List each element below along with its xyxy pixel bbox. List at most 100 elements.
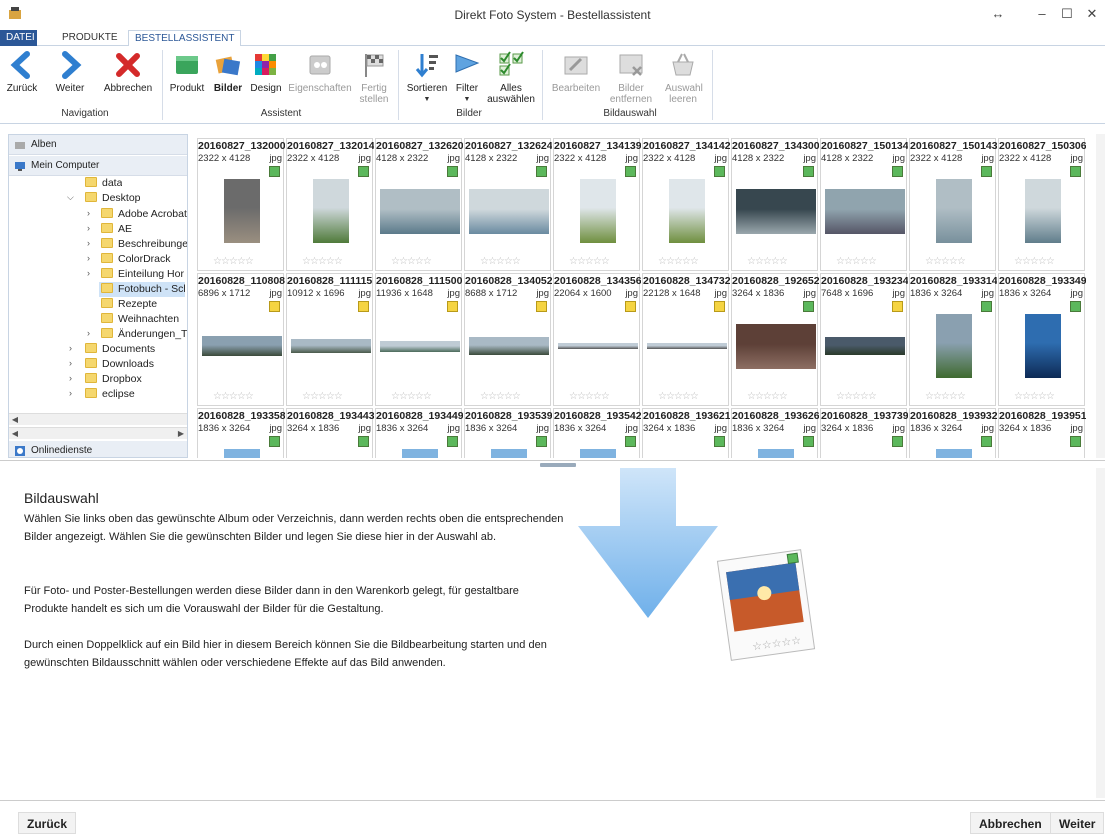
tree-item-adobe-acrobat[interactable]: Adobe Acrobat (101, 207, 187, 222)
selection-flag-icon[interactable] (358, 301, 369, 312)
back-ribbon-button[interactable]: Zurück (6, 50, 38, 94)
photo-tile[interactable]: 20160828_193449 1836 x 3264 jpg (375, 408, 463, 458)
chevron-right-icon[interactable]: › (69, 343, 72, 353)
tree-item-fotobuch-selected[interactable]: Fotobuch - Scl (99, 282, 185, 297)
photo-thumbnail[interactable] (224, 179, 260, 243)
rating-stars[interactable]: ☆☆☆☆☆ (925, 391, 966, 402)
tree-item-documents[interactable]: Documents (85, 342, 155, 357)
minimize-button[interactable]: – (1030, 4, 1054, 24)
tab-bestellassistent[interactable]: BESTELLASSISTENT (128, 30, 242, 47)
selection-flag-icon[interactable] (269, 436, 280, 447)
photo-thumbnail[interactable] (380, 189, 460, 234)
photo-tile[interactable]: 20160827_134300 4128 x 2322 jpg ☆☆☆☆☆ (731, 138, 819, 271)
auswahl-leeren-button[interactable]: Auswahl leeren (660, 50, 706, 105)
rating-stars[interactable]: ☆☆☆☆☆ (480, 391, 521, 402)
rating-stars[interactable]: ☆☆☆☆☆ (480, 256, 521, 267)
tree-item-rezepte[interactable]: Rezepte (101, 297, 157, 312)
photo-thumbnail[interactable] (402, 449, 438, 458)
tree-item-dropbox[interactable]: Dropbox (85, 372, 142, 387)
selection-flag-icon[interactable] (1070, 301, 1081, 312)
photo-tile[interactable]: 20160828_110808 6896 x 1712 jpg ☆☆☆☆☆ (197, 273, 285, 406)
cancel-ribbon-button[interactable]: Abbrechen (100, 50, 156, 94)
selection-flag-icon[interactable] (625, 166, 636, 177)
photo-thumbnail[interactable] (202, 336, 282, 356)
selection-flag-icon[interactable] (358, 436, 369, 447)
photo-tile[interactable]: 20160828_193234 7648 x 1696 jpg ☆☆☆☆☆ (820, 273, 908, 406)
rating-stars[interactable]: ☆☆☆☆☆ (569, 256, 610, 267)
chevron-right-icon[interactable]: › (87, 238, 90, 248)
photo-thumbnail[interactable] (825, 337, 905, 355)
bilder-button[interactable]: Bilder (212, 50, 244, 94)
tree-item-weihnachten[interactable]: Weihnachten (101, 312, 179, 327)
photo-thumbnail[interactable] (936, 179, 972, 243)
horizontal-scrollbar[interactable]: ◀ ▶ (9, 427, 187, 439)
photo-tile[interactable]: 20160828_193349 1836 x 3264 jpg ☆☆☆☆☆ (998, 273, 1086, 406)
photo-thumbnail[interactable] (469, 337, 549, 355)
photo-tile[interactable]: 20160828_193932 1836 x 3264 jpg (909, 408, 997, 458)
photo-thumbnail[interactable] (491, 449, 527, 458)
splitter-grip[interactable] (540, 463, 576, 467)
photo-thumbnail[interactable] (736, 189, 816, 234)
selection-flag-icon[interactable] (981, 436, 992, 447)
rating-stars[interactable]: ☆☆☆☆☆ (302, 391, 343, 402)
vertical-scrollbar[interactable] (1096, 468, 1105, 798)
tab-datei[interactable]: DATEI (0, 30, 37, 46)
photo-tile[interactable]: 20160828_193443 3264 x 1836 jpg (286, 408, 374, 458)
photo-thumbnail[interactable] (1025, 179, 1061, 243)
selection-flag-icon[interactable] (892, 436, 903, 447)
scroll-left-icon[interactable]: ◀ (9, 428, 21, 440)
selection-area[interactable]: Bildauswahl Wählen Sie links oben das ge… (8, 470, 1098, 798)
rating-stars[interactable]: ☆☆☆☆☆ (1014, 391, 1055, 402)
alben-header[interactable]: Alben (9, 135, 187, 155)
photo-thumbnail[interactable] (758, 449, 794, 458)
photo-thumbnail[interactable] (380, 341, 460, 352)
photo-tile[interactable]: 20160827_134139 2322 x 4128 jpg ☆☆☆☆☆ (553, 138, 641, 271)
photo-tile[interactable]: 20160828_192652 3264 x 1836 jpg ☆☆☆☆☆ (731, 273, 819, 406)
photo-tile[interactable]: 20160828_193626 1836 x 3264 jpg (731, 408, 819, 458)
selection-flag-icon[interactable] (892, 301, 903, 312)
chevron-right-icon[interactable]: › (87, 328, 90, 338)
photo-tile[interactable]: 20160828_111115 10912 x 1696 jpg ☆☆☆☆☆ (286, 273, 373, 406)
tree-item-beschreibungen[interactable]: Beschreibunge (101, 237, 187, 252)
photo-thumbnail[interactable] (313, 179, 349, 243)
photo-tile[interactable]: 20160827_150143 2322 x 4128 jpg ☆☆☆☆☆ (909, 138, 997, 271)
tree-item-desktop[interactable]: Desktop (85, 191, 141, 206)
rating-stars[interactable]: ☆☆☆☆☆ (925, 256, 966, 267)
tree-item-einteilung[interactable]: Einteilung Hor (101, 267, 184, 282)
selection-flag-icon[interactable] (358, 166, 369, 177)
photo-tile[interactable]: 20160828_193539 1836 x 3264 jpg (464, 408, 552, 458)
selection-flag-icon[interactable] (714, 166, 725, 177)
chevron-right-icon[interactable]: › (87, 268, 90, 278)
horizontal-scrollbar[interactable]: ◀ (9, 413, 187, 425)
tree-item-downloads[interactable]: Downloads (85, 357, 154, 372)
photo-thumbnail[interactable] (580, 449, 616, 458)
selection-flag-icon[interactable] (625, 436, 636, 447)
photo-tile[interactable]: 20160828_134052 8688 x 1712 jpg ☆☆☆☆☆ (464, 273, 552, 406)
photo-tile[interactable]: 20160827_132624 4128 x 2322 jpg ☆☆☆☆☆ (464, 138, 552, 271)
design-button[interactable]: Design (248, 50, 284, 94)
selection-flag-icon[interactable] (714, 436, 725, 447)
selection-flag-icon[interactable] (892, 166, 903, 177)
tree-item-ae[interactable]: AE (101, 222, 132, 237)
selection-flag-icon[interactable] (447, 301, 458, 312)
selection-flag-icon[interactable] (714, 301, 725, 312)
photo-thumbnail[interactable] (647, 343, 727, 349)
vertical-scrollbar[interactable] (1096, 134, 1105, 458)
rating-stars[interactable]: ☆☆☆☆☆ (569, 391, 610, 402)
photo-tile[interactable]: 20160828_193314 1836 x 3264 jpg ☆☆☆☆☆ (909, 273, 997, 406)
chevron-right-icon[interactable]: › (87, 253, 90, 263)
photo-tile[interactable]: 20160828_193951 3264 x 1836 jpg (998, 408, 1086, 458)
photo-thumbnail[interactable] (469, 189, 549, 234)
chevron-right-icon[interactable]: › (69, 358, 72, 368)
selection-flag-icon[interactable] (536, 301, 547, 312)
next-ribbon-button[interactable]: Weiter (53, 50, 87, 94)
selection-flag-icon[interactable] (536, 436, 547, 447)
tree-item-colordrack[interactable]: ColorDrack (101, 252, 171, 267)
photo-tile[interactable]: 20160827_132620 4128 x 2322 jpg ☆☆☆☆☆ (375, 138, 463, 271)
rating-stars[interactable]: ☆☆☆☆☆ (1014, 256, 1055, 267)
selection-flag-icon[interactable] (803, 436, 814, 447)
alles-auswaehlen-button[interactable]: Alles auswählen (485, 50, 537, 105)
resize-icon[interactable]: ↔ (986, 4, 1010, 24)
tree-item-data[interactable]: data (85, 176, 122, 191)
rating-stars[interactable]: ☆☆☆☆☆ (658, 256, 699, 267)
